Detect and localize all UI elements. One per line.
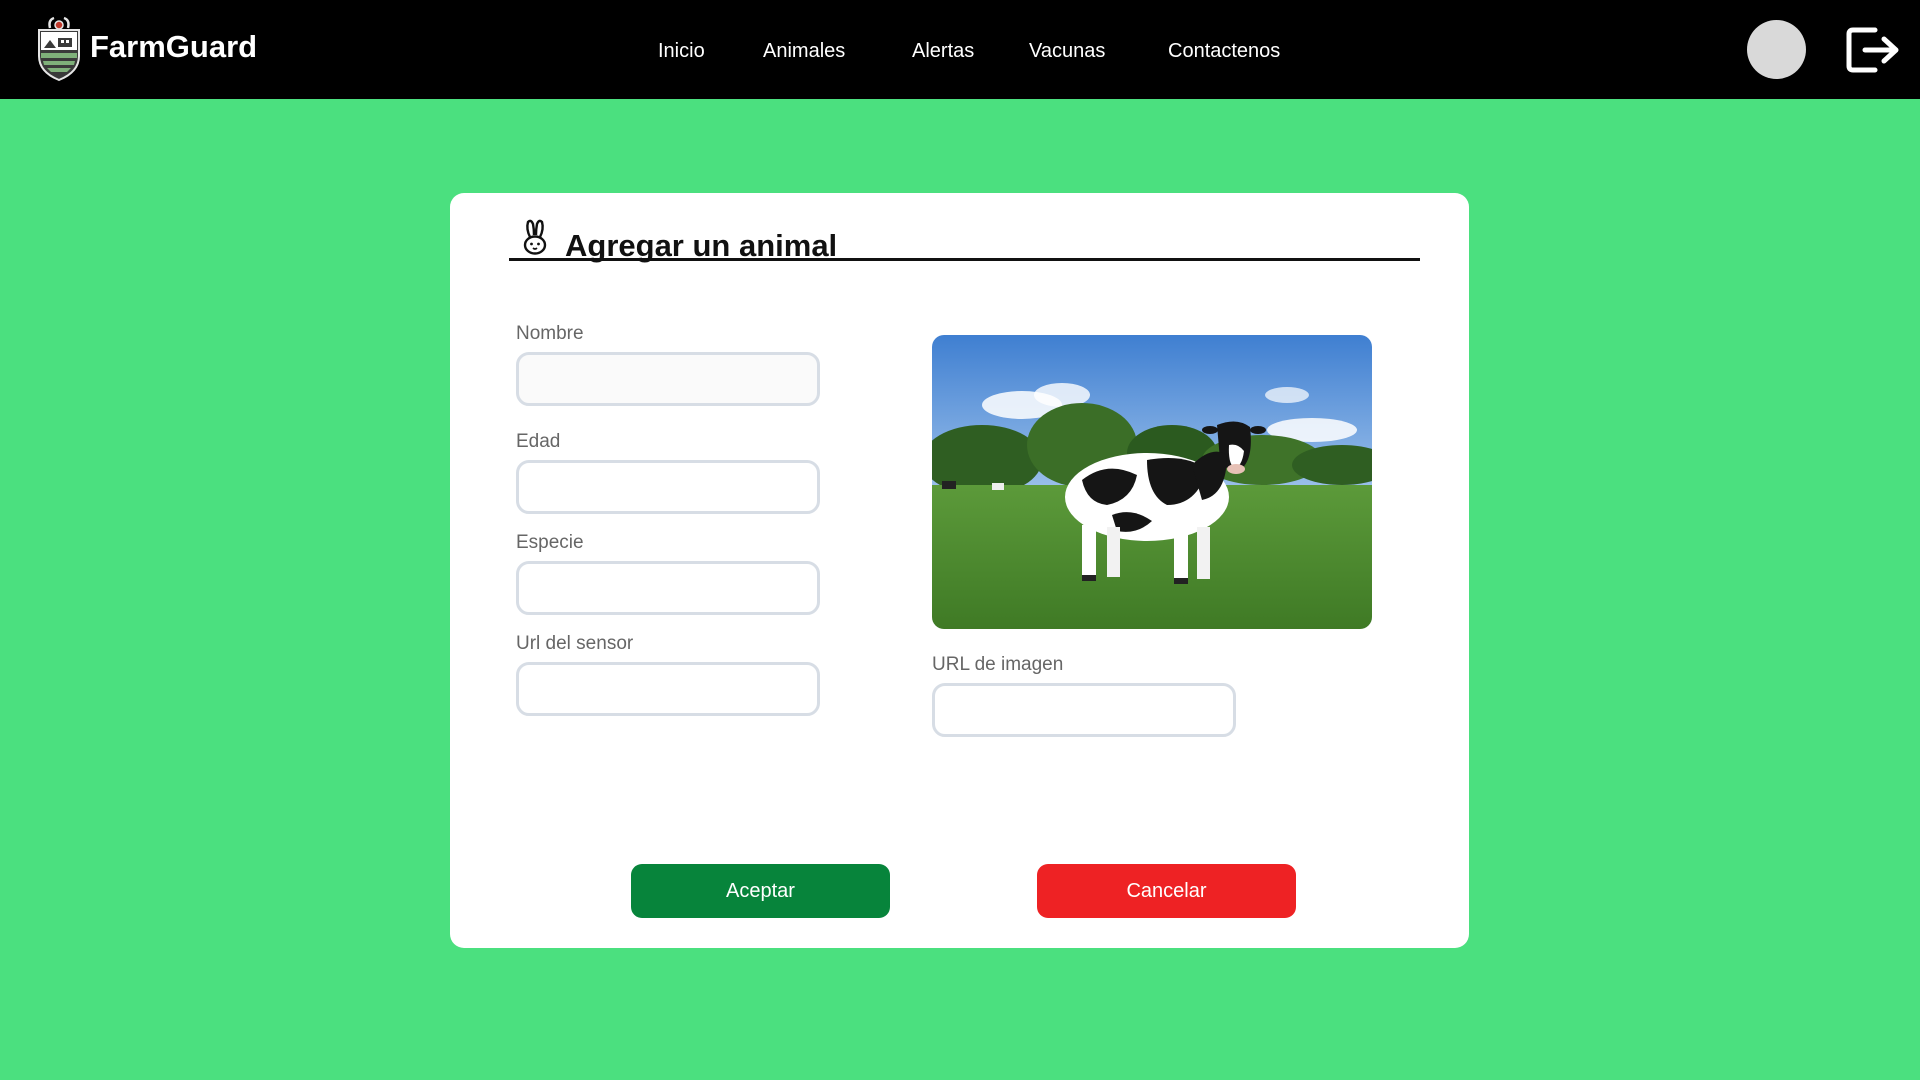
nav-item-vacunas[interactable]: Vacunas	[1029, 40, 1105, 63]
nav-item-inicio[interactable]: Inicio	[658, 40, 705, 63]
edad-label: Edad	[516, 431, 561, 452]
rabbit-icon	[521, 219, 549, 255]
logout-button[interactable]	[1845, 24, 1901, 76]
nombre-label: Nombre	[516, 323, 584, 344]
card-header: Agregar un animal	[509, 219, 1420, 263]
nav-item-alertas[interactable]: Alertas	[912, 40, 974, 63]
nav-item-animales[interactable]: Animales	[763, 40, 845, 63]
nav-item-contactenos[interactable]: Contactenos	[1168, 40, 1280, 63]
accept-button[interactable]: Aceptar	[631, 864, 890, 918]
sensor-url-label: Url del sensor	[516, 633, 634, 654]
brand[interactable]: FarmGuard	[36, 16, 257, 82]
user-avatar[interactable]	[1747, 20, 1806, 79]
farm-shield-logo-icon	[38, 16, 80, 82]
top-navbar: FarmGuard Inicio Animales Alertas Vacuna…	[0, 0, 1920, 99]
image-url-label: URL de imagen	[932, 654, 1064, 675]
logout-icon	[1846, 27, 1899, 73]
cancel-button[interactable]: Cancelar	[1037, 864, 1296, 918]
add-animal-card: Agregar un animal Nombre Edad Especie Ur…	[450, 193, 1469, 948]
especie-input[interactable]	[516, 561, 820, 615]
especie-label: Especie	[516, 532, 584, 553]
animal-image-preview	[932, 335, 1372, 629]
nombre-input[interactable]	[516, 352, 820, 406]
edad-input[interactable]	[516, 460, 820, 514]
card-title: Agregar un animal	[565, 228, 838, 263]
sensor-url-input[interactable]	[516, 662, 820, 716]
brand-name: FarmGuard	[90, 29, 258, 64]
image-url-input[interactable]	[932, 683, 1236, 737]
